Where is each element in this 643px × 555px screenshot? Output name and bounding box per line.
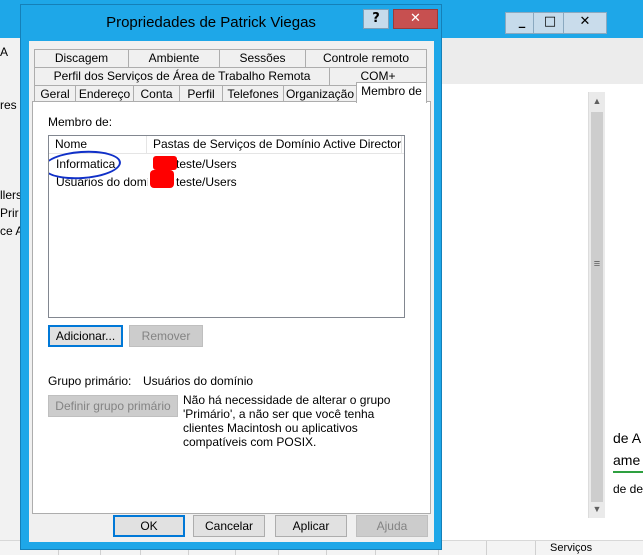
column-header-pastas[interactable]: Pastas de Serviços de Domínio Active Dir… [147, 136, 402, 154]
properties-dialog: Propriedades de Patrick Viegas ? ✕ Disca… [20, 4, 442, 550]
background-right-text: de de [613, 482, 643, 496]
scroll-thumb[interactable] [591, 112, 603, 502]
background-right-text: de A [613, 430, 642, 446]
dialog-title: Propriedades de Patrick Viegas [106, 14, 316, 31]
tab-perfil-servicos-area-trabalho-remota[interactable]: Perfil dos Serviços de Área de Trabalho … [34, 67, 330, 85]
ok-button[interactable]: OK [113, 515, 185, 537]
tab-controle-remoto[interactable]: Controle remoto [305, 49, 427, 67]
background-left-text: ce A [0, 224, 20, 238]
scroll-down-icon[interactable]: ▼ [589, 504, 605, 514]
cancel-button[interactable]: Cancelar [193, 515, 265, 537]
close-icon: ✕ [579, 14, 591, 29]
scroll-up-icon[interactable]: ▲ [589, 96, 605, 106]
background-left-text: A [0, 45, 9, 59]
remove-button[interactable]: Remover [129, 325, 203, 347]
list-item-folder[interactable]: teste/Users [176, 175, 376, 189]
primary-group-info: Não há necessidade de alterar o grupo 'P… [183, 393, 391, 449]
tab-membro-de[interactable]: Membro de [356, 82, 427, 103]
scroll-grip-icon: ≡ [593, 258, 601, 270]
background-status-text: Serviços [550, 542, 593, 554]
help-button[interactable]: ? [363, 9, 389, 29]
set-primary-group-button[interactable]: Definir grupo primário [48, 395, 178, 417]
separator [48, 361, 405, 362]
list-item-folder[interactable]: teste/Users [176, 157, 376, 171]
primary-group-value: Usuários do domínio [143, 374, 254, 388]
member-of-list[interactable]: Nome Pastas de Serviços de Domínio Activ… [48, 135, 405, 318]
background-right-pane [442, 38, 643, 555]
background-left-text: res [0, 98, 17, 112]
help-footer-button[interactable]: Ajuda [356, 515, 428, 537]
background-scrollbar[interactable]: ▲ ≡ ▼ [588, 92, 605, 518]
maximize-icon: □ [543, 14, 557, 29]
background-left-text: Prir [0, 206, 19, 220]
tab-ambiente[interactable]: Ambiente [128, 49, 220, 67]
primary-group-label: Grupo primário: [48, 374, 132, 388]
membro-de-panel: Membro de: Nome Pastas de Serviços de Do… [32, 101, 431, 514]
close-button[interactable]: ✕ [393, 9, 438, 29]
background-maximize-button[interactable]: □ [533, 12, 567, 34]
background-close-button[interactable]: ✕ [563, 12, 607, 34]
dialog-client-area: Discagem Ambiente Sessões Controle remot… [29, 41, 434, 542]
background-left-pane [0, 38, 20, 555]
member-of-label: Membro de: [48, 115, 113, 129]
tab-sessoes[interactable]: Sessões [219, 49, 306, 67]
background-underline [613, 471, 643, 473]
redaction-mark [153, 156, 177, 170]
redaction-mark [150, 170, 174, 188]
apply-button[interactable]: Aplicar [275, 515, 347, 537]
add-button[interactable]: Adicionar... [48, 325, 123, 347]
background-toolbar [442, 38, 643, 84]
background-left-text: llers [0, 188, 20, 202]
background-right-text: ame [613, 452, 641, 468]
tab-discagem[interactable]: Discagem [34, 49, 129, 67]
